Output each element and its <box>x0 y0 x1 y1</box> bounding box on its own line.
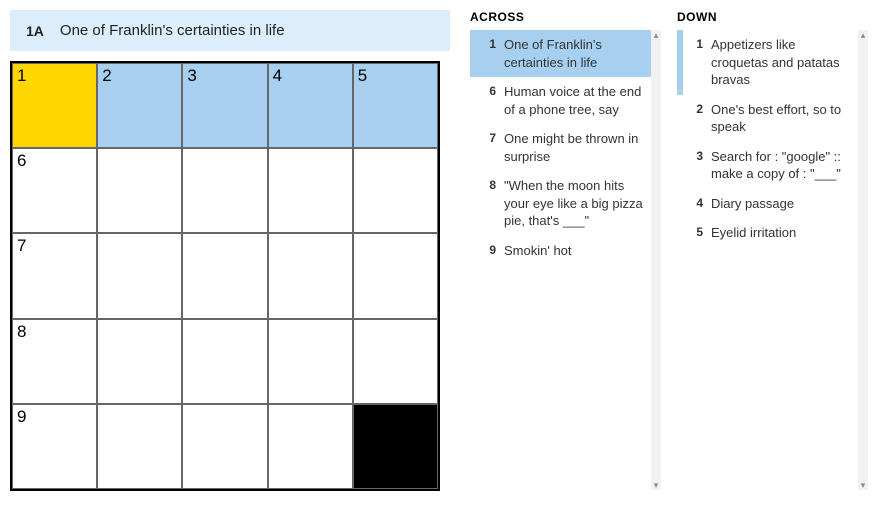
down-clue-4[interactable]: 4 Diary passage <box>677 189 858 219</box>
clue-number: 1 <box>687 36 703 89</box>
left-panel: 1A One of Franklin's certainties in life… <box>10 10 450 491</box>
clue-text: One of Franklin's certainties in life <box>504 36 643 71</box>
clue-text: One's best effort, so to speak <box>711 101 850 136</box>
cell-r2-c2[interactable] <box>182 233 267 318</box>
cell-r1-c0[interactable]: 6 <box>12 148 97 233</box>
cell-r4-c0[interactable]: 9 <box>12 404 97 489</box>
cell-number: 9 <box>17 407 26 427</box>
cell-r4-c2[interactable] <box>182 404 267 489</box>
clue-text: Human voice at the end of a phone tree, … <box>504 83 643 118</box>
cell-r0-c0[interactable]: 1 <box>12 63 97 148</box>
down-heading: DOWN <box>677 10 868 24</box>
cell-number: 1 <box>17 66 26 86</box>
across-clue-8[interactable]: 8"When the moon hits your eye like a big… <box>470 171 651 236</box>
across-column: ACROSS 1One of Franklin's certainties in… <box>470 10 661 491</box>
cell-r1-c4[interactable] <box>353 148 438 233</box>
cell-r4-c1[interactable] <box>97 404 182 489</box>
clue-text: Search for : "google" :: make a copy of … <box>711 148 850 183</box>
clue-number: 4 <box>687 195 703 213</box>
cell-r0-c3[interactable]: 4 <box>268 63 353 148</box>
clue-number: 1 <box>480 36 496 71</box>
cell-r3-c4[interactable] <box>353 319 438 404</box>
clue-lists: ACROSS 1One of Franklin's certainties in… <box>470 10 868 491</box>
clue-number: 8 <box>480 177 496 230</box>
down-clue-1[interactable]: 1Appetizers like croquetas and patatas b… <box>677 30 858 95</box>
current-clue-label: 1A <box>26 23 44 39</box>
cell-number: 7 <box>17 236 26 256</box>
clue-number: 9 <box>480 242 496 260</box>
clue-number: 6 <box>480 83 496 118</box>
cell-r2-c1[interactable] <box>97 233 182 318</box>
across-clue-7[interactable]: 7One might be thrown in surprise <box>470 124 651 171</box>
cell-number: 3 <box>187 66 196 86</box>
clue-text: Appetizers like croquetas and patatas br… <box>711 36 850 89</box>
cell-r1-c3[interactable] <box>268 148 353 233</box>
across-clue-9[interactable]: 9 Smokin' hot <box>470 236 651 266</box>
clue-text: Diary passage <box>711 195 850 213</box>
cell-r0-c2[interactable]: 3 <box>182 63 267 148</box>
crossword-grid[interactable]: 1 2 3 4 5 6 7 8 9 <box>10 61 440 491</box>
clue-text: One might be thrown in surprise <box>504 130 643 165</box>
down-clue-3[interactable]: 3Search for : "google" :: make a copy of… <box>677 142 858 189</box>
down-clue-2[interactable]: 2One's best effort, so to speak <box>677 95 858 142</box>
across-clue-6[interactable]: 6Human voice at the end of a phone tree,… <box>470 77 651 124</box>
across-heading: ACROSS <box>470 10 661 24</box>
across-scroll[interactable]: 1One of Franklin's certainties in life6H… <box>470 30 661 490</box>
cell-r2-c4[interactable] <box>353 233 438 318</box>
cell-r1-c2[interactable] <box>182 148 267 233</box>
cell-r4-c3[interactable] <box>268 404 353 489</box>
cell-number: 8 <box>17 322 26 342</box>
cell-r3-c0[interactable]: 8 <box>12 319 97 404</box>
down-clue-5[interactable]: 5 Eyelid irritation <box>677 218 858 248</box>
cell-r3-c3[interactable] <box>268 319 353 404</box>
cell-number: 2 <box>102 66 111 86</box>
crossword-layout: 1A One of Franklin's certainties in life… <box>10 10 868 491</box>
clue-number: 7 <box>480 130 496 165</box>
down-scroll[interactable]: 1Appetizers like croquetas and patatas b… <box>677 30 868 490</box>
cell-r1-c1[interactable] <box>97 148 182 233</box>
cell-r2-c0[interactable]: 7 <box>12 233 97 318</box>
cell-r0-c1[interactable]: 2 <box>97 63 182 148</box>
current-clue-text: One of Franklin's certainties in life <box>60 22 285 39</box>
cell-r4-c4 <box>353 404 438 489</box>
clue-number: 5 <box>687 224 703 242</box>
cell-number: 6 <box>17 151 26 171</box>
clue-number: 2 <box>687 101 703 136</box>
clue-text: Smokin' hot <box>504 242 643 260</box>
cell-r2-c3[interactable] <box>268 233 353 318</box>
current-clue-bar[interactable]: 1A One of Franklin's certainties in life <box>10 10 450 51</box>
cell-number: 5 <box>358 66 367 86</box>
cell-r3-c1[interactable] <box>97 319 182 404</box>
cell-r0-c4[interactable]: 5 <box>353 63 438 148</box>
clue-number: 3 <box>687 148 703 183</box>
cell-r3-c2[interactable] <box>182 319 267 404</box>
down-column: DOWN 1Appetizers like croquetas and pata… <box>677 10 868 491</box>
cell-number: 4 <box>273 66 282 86</box>
clue-text: Eyelid irritation <box>711 224 850 242</box>
across-clue-1[interactable]: 1One of Franklin's certainties in life <box>470 30 651 77</box>
clue-text: "When the moon hits your eye like a big … <box>504 177 643 230</box>
